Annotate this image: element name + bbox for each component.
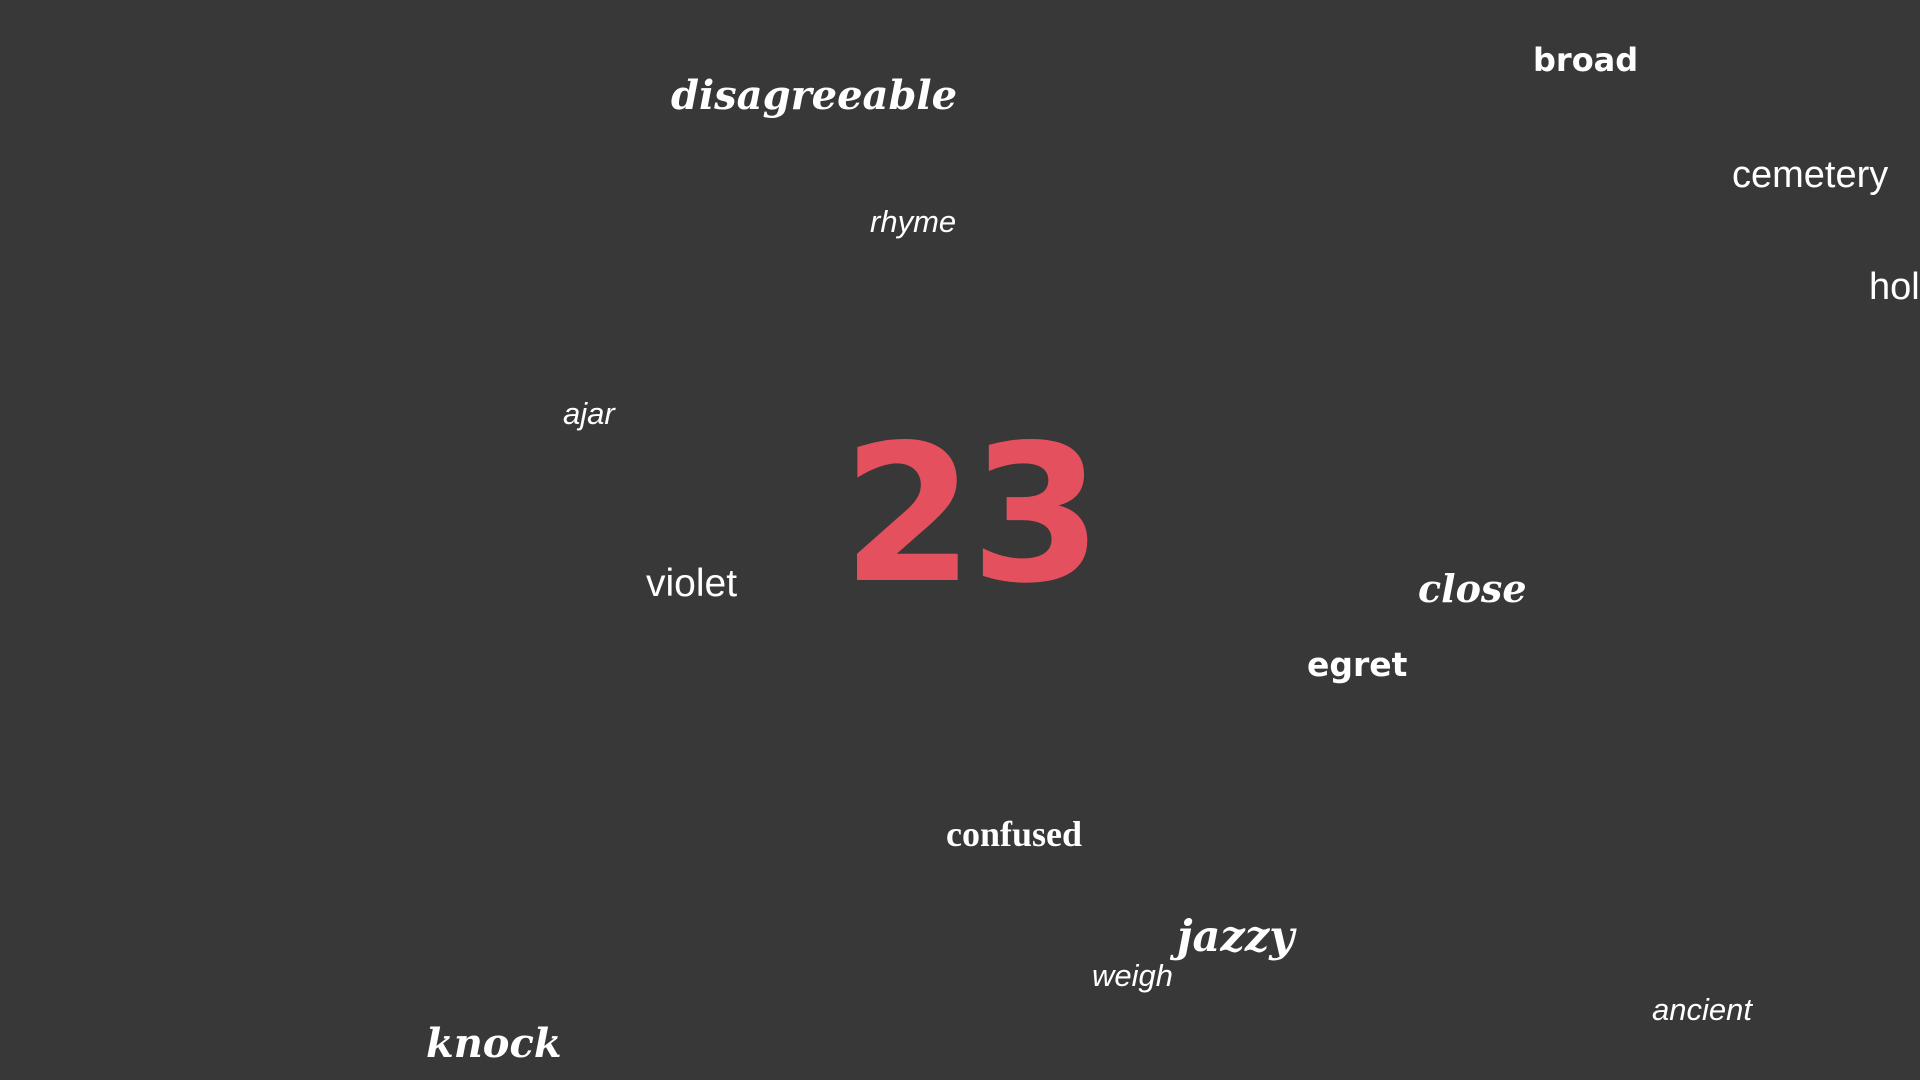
- word-broad: broad: [1533, 41, 1639, 79]
- word-confused: confused: [946, 814, 1083, 854]
- word-knock: knock: [426, 1020, 562, 1067]
- game-stage: 23 disagreeable broad cemetery hol rhyme…: [0, 0, 1920, 1080]
- word-weigh: weigh: [1092, 958, 1173, 993]
- word-cemetery: cemetery: [1732, 154, 1889, 196]
- word-close: close: [1418, 566, 1527, 611]
- word-disagreeable: disagreeable: [671, 72, 958, 119]
- word-jazzy: jazzy: [1177, 912, 1295, 962]
- score-counter: 23: [842, 404, 1102, 625]
- word-ajar: ajar: [563, 396, 615, 431]
- word-egret: egret: [1307, 645, 1408, 684]
- word-rhyme: rhyme: [870, 204, 957, 239]
- word-ancient: ancient: [1652, 992, 1752, 1027]
- word-hol: hol: [1869, 266, 1920, 308]
- word-violet: violet: [646, 562, 738, 605]
